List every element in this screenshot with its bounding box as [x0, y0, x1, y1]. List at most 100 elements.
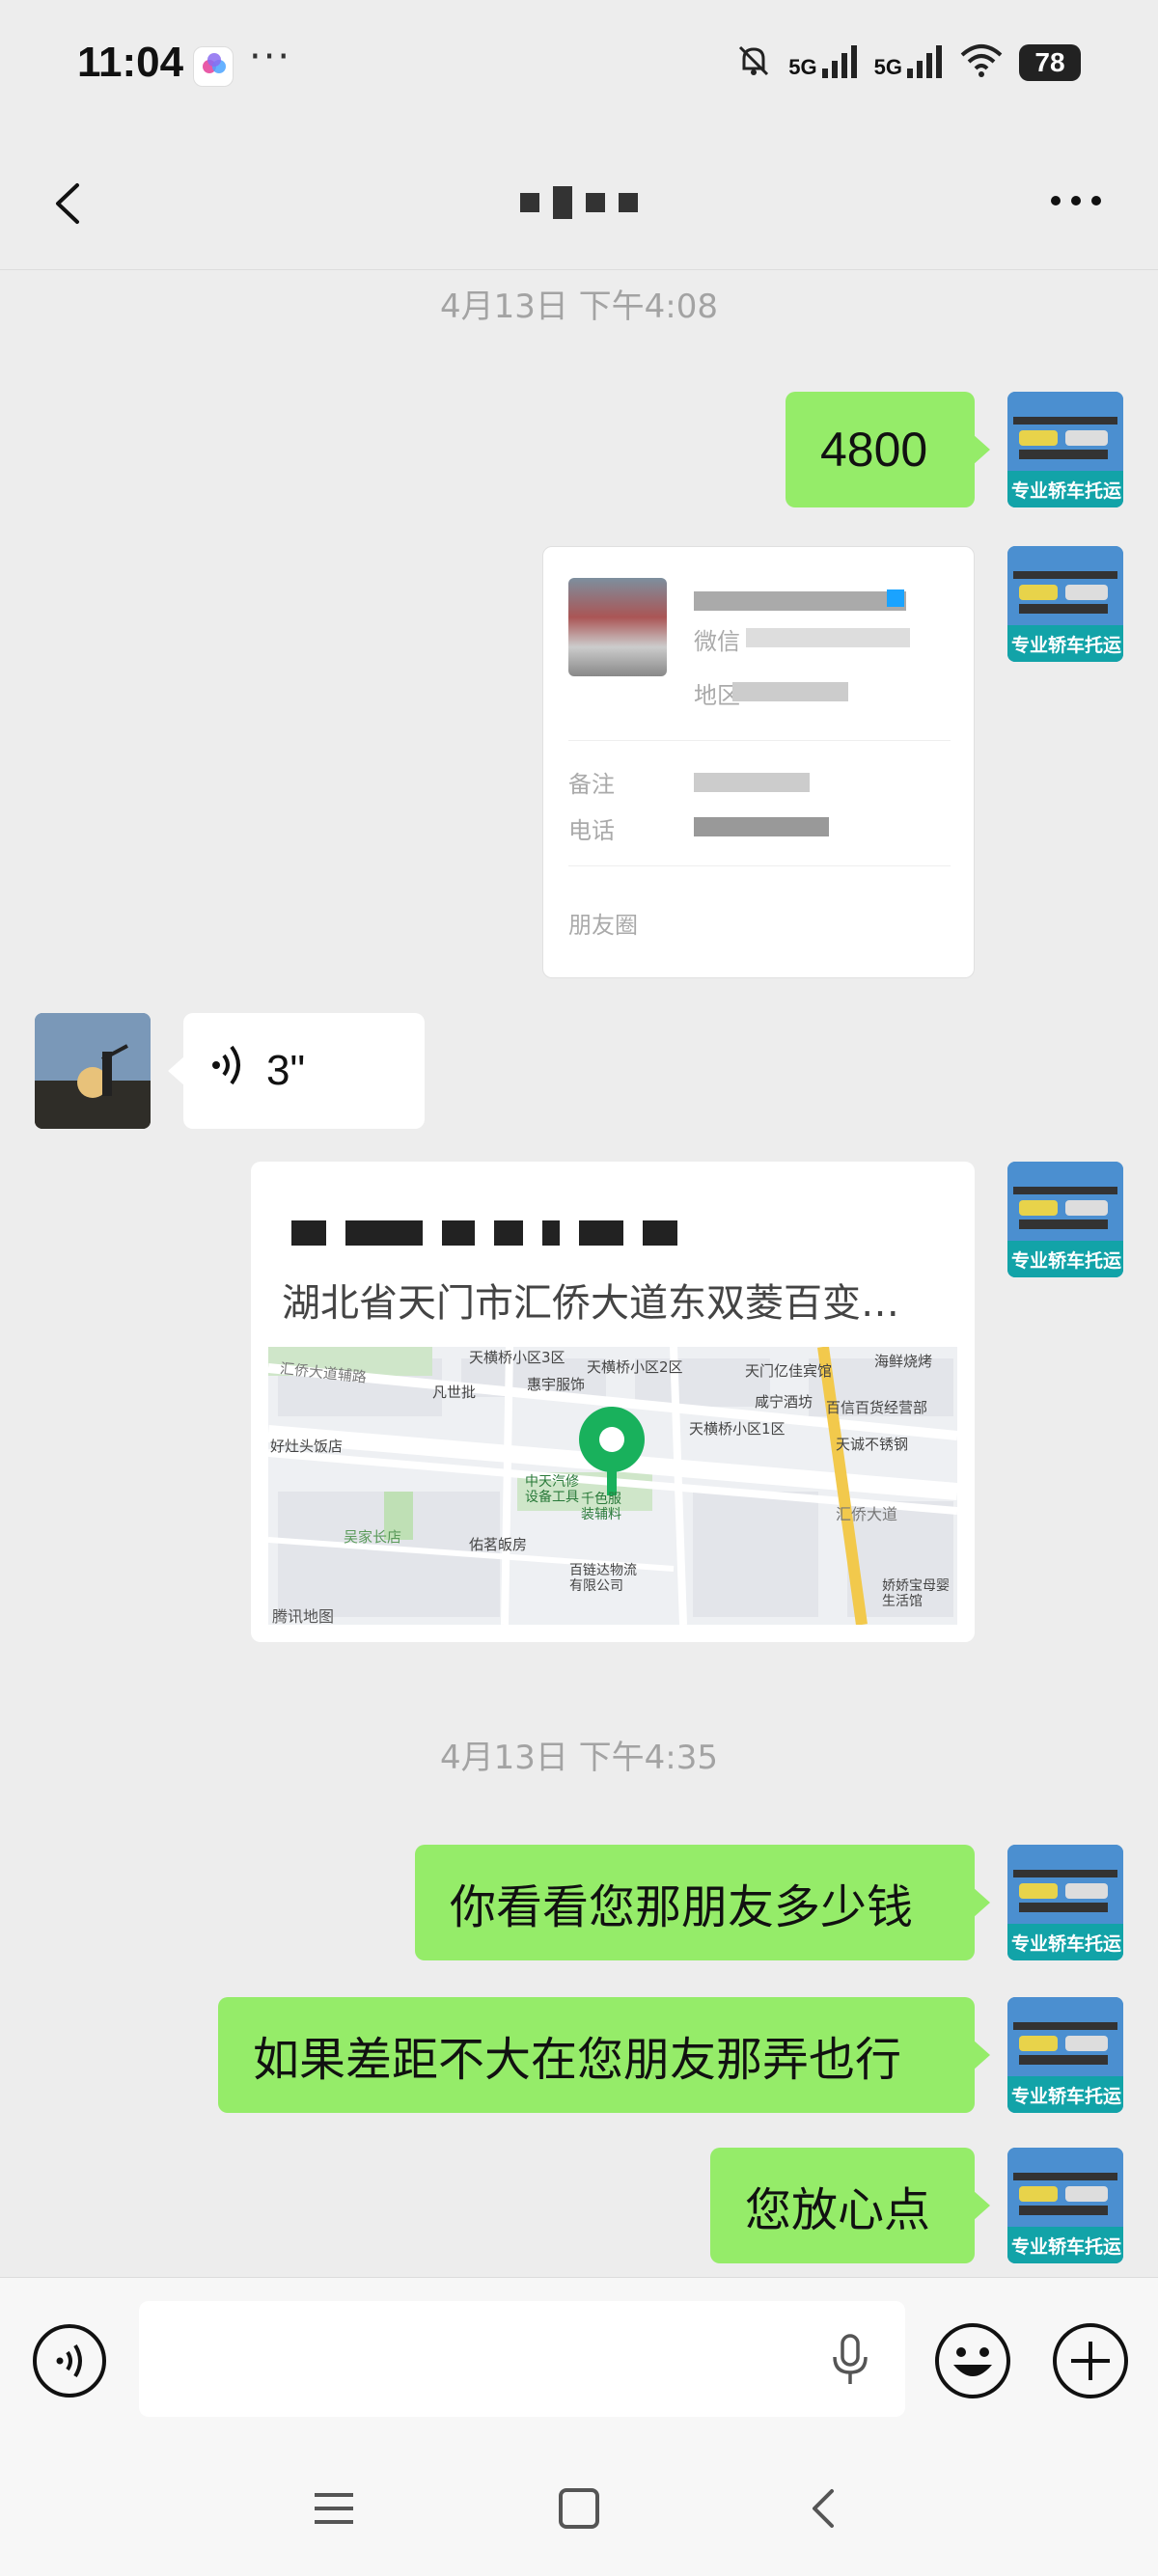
message-text: 你看看您那朋友多少钱: [450, 1880, 914, 1934]
avatar[interactable]: 专业轿车托运: [1007, 1997, 1123, 2113]
plus-icon[interactable]: [1050, 2320, 1131, 2401]
cloud-app-icon: [193, 46, 234, 87]
input-bar: [0, 2277, 1158, 2441]
avatar[interactable]: [35, 1013, 151, 1129]
redacted-block: [579, 1220, 623, 1246]
back-icon[interactable]: [795, 2480, 853, 2537]
menu-icon[interactable]: [305, 2480, 363, 2537]
chat-title-redacted: [502, 183, 656, 222]
message-bubble-sent[interactable]: 您放心点: [710, 2148, 990, 2263]
redacted-block: [619, 193, 638, 212]
map-label: 中天汽修设备工具: [525, 1474, 579, 1505]
redacted-block: [345, 1220, 423, 1246]
redacted-value: [694, 773, 810, 792]
more-dots-icon[interactable]: [1042, 181, 1110, 220]
redacted-value: [746, 628, 910, 647]
mute-bell-icon: [734, 41, 773, 84]
map-label: 百链达物流有限公司: [569, 1563, 637, 1594]
message-bubble-sent[interactable]: 如果差距不大在您朋友那弄也行: [218, 1997, 990, 2113]
map-preview[interactable]: 天横桥小区3区 天横桥小区2区 天门亿佳宾馆 海鲜烧烤 汇侨大道辅路 凡世批 惠…: [268, 1347, 957, 1625]
home-square-icon[interactable]: [550, 2480, 608, 2537]
system-nav-bar: [0, 2441, 1158, 2576]
contact-card[interactable]: 微信 地区 备注 电话 朋友圈: [542, 546, 975, 978]
message-input[interactable]: [139, 2301, 905, 2417]
contact-photo: [568, 578, 667, 676]
status-right-group: 5G 5G 78: [734, 39, 1081, 87]
status-more-dots: ···: [249, 35, 292, 79]
voice-duration: 3": [266, 1047, 306, 1094]
redacted-block: [542, 1220, 560, 1246]
map-label: 千色服装辅料: [581, 1492, 621, 1522]
avatar-caption: 专业轿车托运: [1011, 2236, 1122, 2258]
timestamp: 4月13日 下午4:08: [439, 288, 719, 326]
divider: [568, 865, 951, 866]
signal-5g-icon: 5G: [874, 45, 944, 80]
redacted-value: [732, 682, 848, 701]
redacted-block: [553, 186, 572, 219]
avatar[interactable]: 专业轿车托运: [1007, 392, 1123, 507]
avatar-caption: 专业轿车托运: [1011, 480, 1122, 502]
message-text: 如果差距不大在您朋友那弄也行: [253, 2033, 902, 2087]
redacted-block: [520, 193, 539, 212]
wechat-label: 微信: [694, 628, 740, 655]
message-bubble-sent[interactable]: 你看看您那朋友多少钱: [415, 1845, 990, 1960]
avatar[interactable]: 专业轿车托运: [1007, 546, 1123, 662]
redacted-block: [291, 1220, 326, 1246]
map-label: 天门亿佳宾馆: [745, 1362, 833, 1380]
signal-5g-icon: 5G: [788, 45, 858, 80]
phone-label: 电话: [568, 817, 615, 844]
voice-wave-icon: [210, 1041, 249, 1101]
map-label: 咸宁酒坊: [755, 1393, 813, 1411]
redacted-block: [494, 1220, 523, 1246]
chat-header: [0, 135, 1158, 270]
map-label: 海鲜烧烤: [874, 1353, 933, 1370]
signal-label: 5G: [788, 55, 817, 79]
signal-label: 5G: [873, 55, 902, 79]
avatar[interactable]: 专业轿车托运: [1007, 2148, 1123, 2263]
status-time: 11:04: [77, 39, 184, 86]
avatar-caption: 专业轿车托运: [1011, 1250, 1122, 1272]
map-label: 汇侨大道: [836, 1505, 898, 1523]
avatar-caption: 专业轿车托运: [1011, 1933, 1122, 1955]
map-label: 吴家长店: [344, 1528, 402, 1546]
avatar[interactable]: 专业轿车托运: [1007, 1845, 1123, 1960]
avatar-caption: 专业轿车托运: [1011, 2086, 1122, 2107]
voice-mode-icon[interactable]: [31, 2322, 108, 2399]
mic-icon[interactable]: [826, 2330, 874, 2388]
redacted-value: [694, 817, 829, 836]
moments-label: 朋友圈: [568, 912, 638, 939]
chevron-left-icon[interactable]: [39, 170, 106, 237]
voice-message-bubble[interactable]: 3": [168, 1013, 425, 1129]
avatar-caption: 专业轿车托运: [1011, 635, 1122, 656]
message-bubble-sent[interactable]: 4800: [786, 392, 990, 507]
map-label: 惠宇服饰: [527, 1376, 586, 1393]
message-text: 您放心点: [745, 2183, 931, 2237]
map-label: 好灶头饭店: [270, 1438, 344, 1455]
status-bar: 11:04 ··· 5G 5G 78: [0, 0, 1158, 135]
map-label: 凡世批: [432, 1384, 477, 1401]
timestamp: 4月13日 下午4:35: [439, 1739, 719, 1777]
contact-square-icon: [887, 589, 904, 607]
map-label: 佑茗皈房: [469, 1536, 528, 1553]
message-text: 4800: [820, 423, 928, 477]
map-label: 天横桥小区3区: [469, 1349, 565, 1366]
map-label: 天横桥小区1区: [689, 1420, 786, 1438]
redacted-block: [643, 1220, 677, 1246]
location-name-redacted: [291, 1214, 677, 1252]
location-card[interactable]: 湖北省天门市汇侨大道东双菱百变… 天横桥小区3区 天横桥小区2区 天门亿佳宾馆 …: [251, 1162, 975, 1642]
location-address: 湖北省天门市汇侨大道东双菱百变…: [282, 1281, 899, 1326]
avatar[interactable]: 专业轿车托运: [1007, 1162, 1123, 1277]
redacted-block: [442, 1220, 475, 1246]
battery-indicator: 78: [1019, 44, 1081, 81]
map-label: 百信百货经营部: [826, 1399, 928, 1416]
note-label: 备注: [568, 771, 615, 798]
wifi-icon: [959, 43, 1004, 82]
redacted-name: [694, 591, 906, 611]
map-credit: 腾讯地图: [272, 1607, 335, 1626]
map-label: 天横桥小区2区: [587, 1358, 683, 1376]
map-label: 娇娇宝母婴生活馆: [882, 1578, 950, 1609]
emoji-icon[interactable]: [932, 2320, 1013, 2401]
divider: [568, 740, 951, 741]
map-label: 天诚不锈钢: [836, 1436, 909, 1453]
redacted-block: [586, 193, 605, 212]
